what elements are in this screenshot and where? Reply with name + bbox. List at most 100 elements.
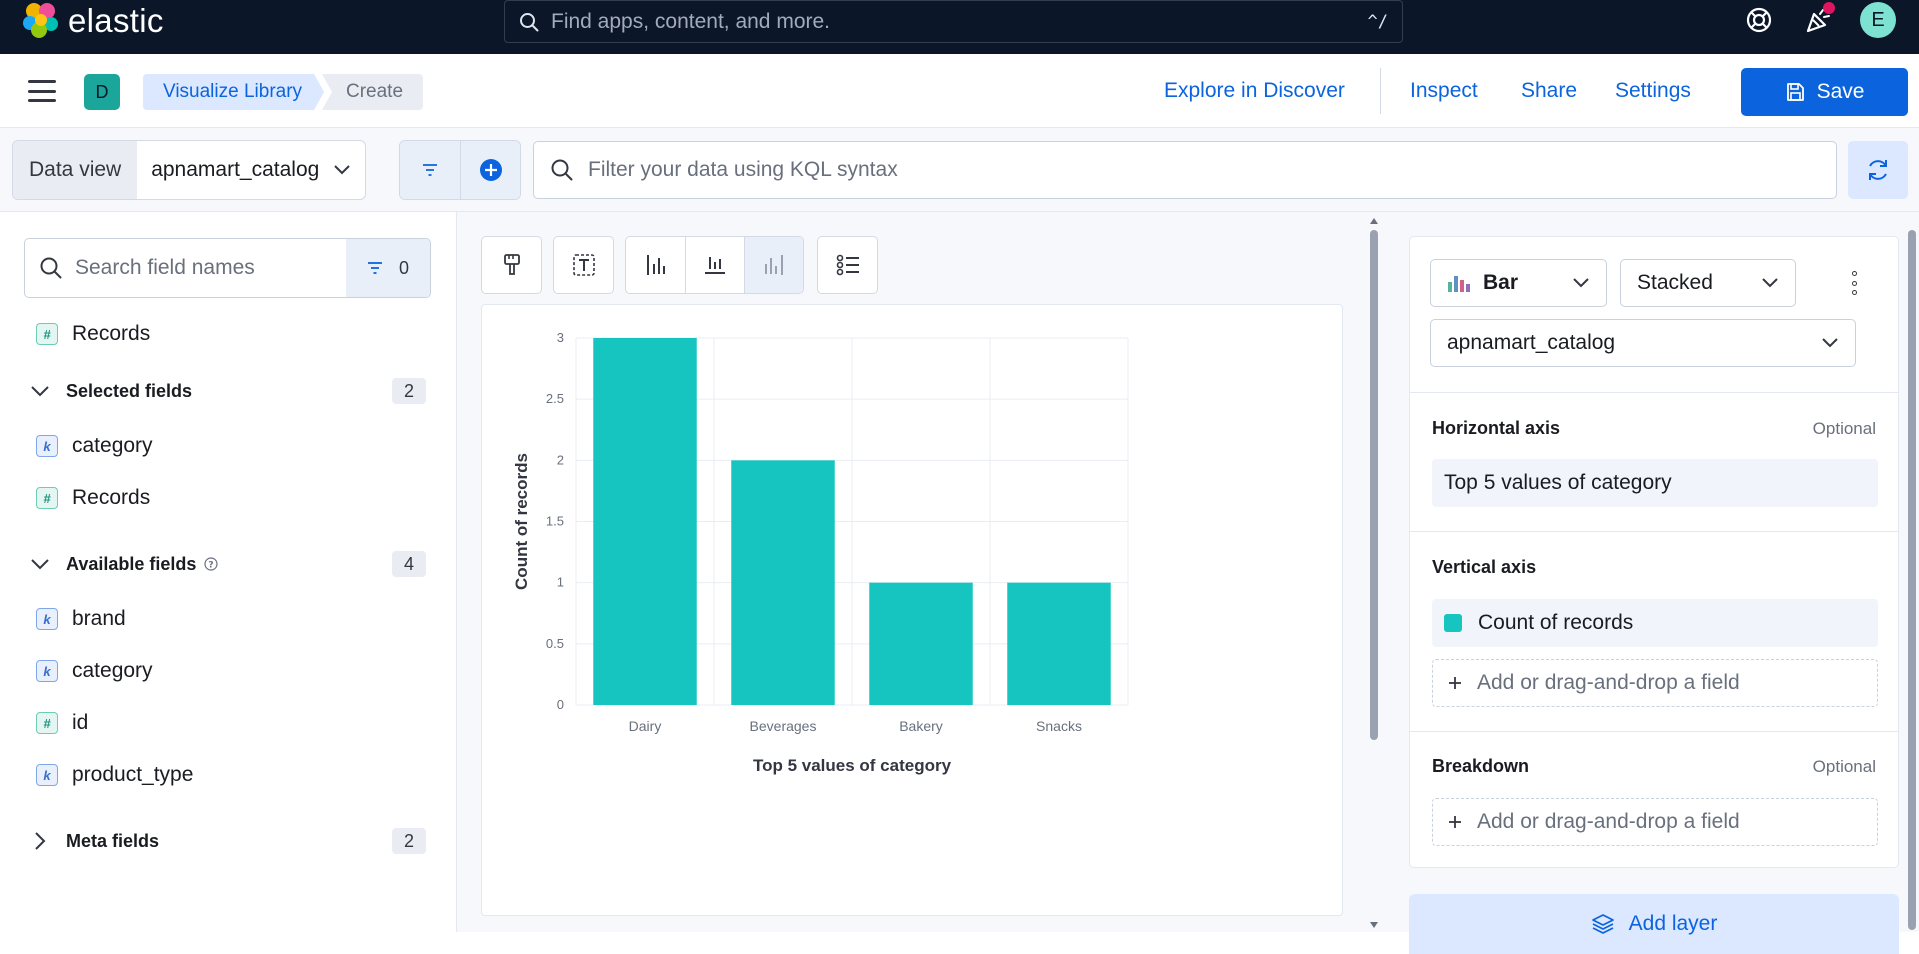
stacking-value: Stacked (1637, 271, 1713, 294)
field-name: brand (72, 607, 126, 630)
kql-placeholder: Filter your data using KQL syntax (588, 158, 898, 181)
filter-menu-button[interactable] (400, 141, 460, 199)
x-tick-label: Snacks (1036, 718, 1082, 734)
kql-search-input[interactable]: Filter your data using KQL syntax (533, 141, 1837, 199)
add-layer-label: Add layer (1628, 912, 1718, 935)
explore-in-discover-link[interactable]: Explore in Discover (1164, 80, 1345, 101)
workspace-panel: 0 0.5 1 1.5 2 2.5 3 Dairy Beverages Bakery Snacks T… (457, 212, 1387, 932)
field-item-brand[interactable]: k brand (36, 604, 126, 634)
breadcrumb-visualize-library[interactable]: Visualize Library (143, 74, 324, 110)
add-layer-button[interactable]: Add layer (1409, 894, 1899, 954)
elastic-cluster-icon (23, 3, 58, 38)
field-item-records[interactable]: # Records (36, 319, 150, 349)
y-tick-label: 0.5 (546, 636, 564, 651)
data-view-label: Data view (13, 141, 138, 199)
question-icon[interactable]: ? (204, 557, 218, 571)
bar[interactable] (869, 582, 973, 705)
meta-fields-toggle[interactable]: Meta fields 2 (30, 826, 426, 856)
keyword-field-icon: k (36, 764, 58, 786)
horizontal-axis-dimension[interactable]: Top 5 values of category (1432, 459, 1878, 507)
search-icon (551, 159, 573, 181)
section-count: 2 (392, 378, 426, 404)
bar[interactable] (1007, 582, 1111, 705)
available-fields-toggle[interactable]: Available fields ? 4 (30, 549, 426, 579)
search-icon (40, 257, 62, 279)
y-tick-label: 3 (557, 330, 564, 345)
query-bar: Data view apnamart_catalog Filter your d… (0, 128, 1919, 212)
workspace-scroll-thumb[interactable] (1370, 230, 1378, 740)
save-label: Save (1816, 80, 1865, 103)
chart-type-select[interactable]: Bar (1430, 259, 1607, 307)
filter-icon (367, 262, 382, 274)
inspect-button[interactable]: Inspect (1410, 80, 1478, 101)
field-list-panel: Search field names 0 # Records Selected … (0, 212, 457, 932)
chevron-down-icon (31, 559, 49, 570)
horizontal-axis-label: Horizontal axis (1432, 418, 1561, 438)
field-item-product-type[interactable]: k product_type (36, 760, 193, 790)
config-scroll-thumb[interactable] (1908, 230, 1916, 930)
breakdown-add-field[interactable]: Add or drag-and-drop a field (1432, 798, 1878, 846)
plus-icon (1449, 677, 1461, 689)
save-button[interactable]: Save (1741, 68, 1908, 116)
layer-data-view-value: apnamart_catalog (1447, 331, 1616, 354)
left-axis-button[interactable] (626, 237, 685, 293)
legend-button[interactable] (818, 237, 877, 293)
breadcrumb-create: Create (322, 74, 424, 110)
section-title: Available fields (66, 553, 197, 574)
plus-circle-icon (479, 159, 502, 181)
config-panel: Bar Stacked apnamart_catalog Horizontal … (1387, 212, 1919, 954)
x-tick-label: Bakery (899, 718, 943, 734)
vertical-axis-add-field[interactable]: Add or drag-and-drop a field (1432, 659, 1878, 707)
legend-toolbar (817, 236, 878, 294)
bar-chart[interactable]: 0 0.5 1 1.5 2 2.5 3 Dairy Beverages Bakery Snacks T… (482, 305, 1342, 915)
global-search-input[interactable]: Find apps, content, and more. ^/ (504, 0, 1403, 43)
menu-icon[interactable] (28, 80, 56, 102)
space-avatar[interactable]: D (84, 74, 120, 110)
visual-options-button[interactable] (482, 237, 541, 293)
field-type-filter-button[interactable]: 0 (346, 239, 430, 297)
refresh-button[interactable] (1848, 141, 1908, 199)
right-axis-button[interactable] (744, 237, 803, 293)
add-field-label: Add or drag-and-drop a field (1477, 810, 1740, 833)
chevron-down-icon (334, 165, 351, 175)
field-item-category[interactable]: k category (36, 431, 153, 461)
labels-button[interactable] (554, 237, 613, 293)
bar-chart-icon (1448, 276, 1470, 292)
add-filter-button[interactable] (460, 141, 520, 199)
x-tick-label: Dairy (629, 718, 662, 734)
selected-fields-toggle[interactable]: Selected fields 2 (30, 376, 426, 406)
labels-toolbar (553, 236, 614, 294)
field-item-id[interactable]: # id (36, 708, 88, 738)
dimension-label: Top 5 values of category (1444, 471, 1672, 494)
bottom-axis-button[interactable] (685, 237, 744, 293)
section-count: 2 (392, 828, 426, 854)
field-name: Records (72, 486, 151, 509)
field-item-category[interactable]: k category (36, 656, 153, 686)
bar[interactable] (731, 460, 835, 705)
app-action-bar: D Visualize Library Create Explore in Di… (0, 54, 1919, 128)
field-item-records[interactable]: # Records (36, 483, 150, 513)
keyword-field-icon: k (36, 608, 58, 630)
elastic-logo[interactable]: elastic (22, 2, 164, 38)
breakdown-label: Breakdown (1432, 756, 1530, 776)
chevron-down-icon (31, 386, 49, 397)
vertical-axis-label: Vertical axis (1432, 557, 1537, 577)
settings-button[interactable]: Settings (1615, 80, 1691, 101)
breakdown-optional: Optional (1812, 757, 1876, 776)
layer-actions-icon[interactable] (1844, 271, 1864, 295)
data-view-select[interactable]: apnamart_catalog (137, 141, 365, 199)
stacking-select[interactable]: Stacked (1620, 259, 1796, 307)
style-toolbar (481, 236, 542, 294)
help-icon[interactable] (1737, 0, 1781, 40)
layer-data-view-select[interactable]: apnamart_catalog (1430, 319, 1856, 367)
bar[interactable] (593, 338, 697, 705)
vertical-axis-dimension[interactable]: Count of records (1432, 599, 1878, 647)
field-search-input[interactable]: Search field names 0 (24, 238, 431, 298)
dimension-label: Count of records (1478, 611, 1634, 634)
section-count: 4 (392, 551, 426, 577)
save-icon (1786, 83, 1804, 101)
share-button[interactable]: Share (1521, 80, 1577, 101)
data-view-picker[interactable]: Data view apnamart_catalog (12, 140, 367, 200)
global-header: elastic Find apps, content, and more. ^/… (0, 0, 1919, 54)
user-avatar[interactable]: E (1860, 2, 1896, 38)
